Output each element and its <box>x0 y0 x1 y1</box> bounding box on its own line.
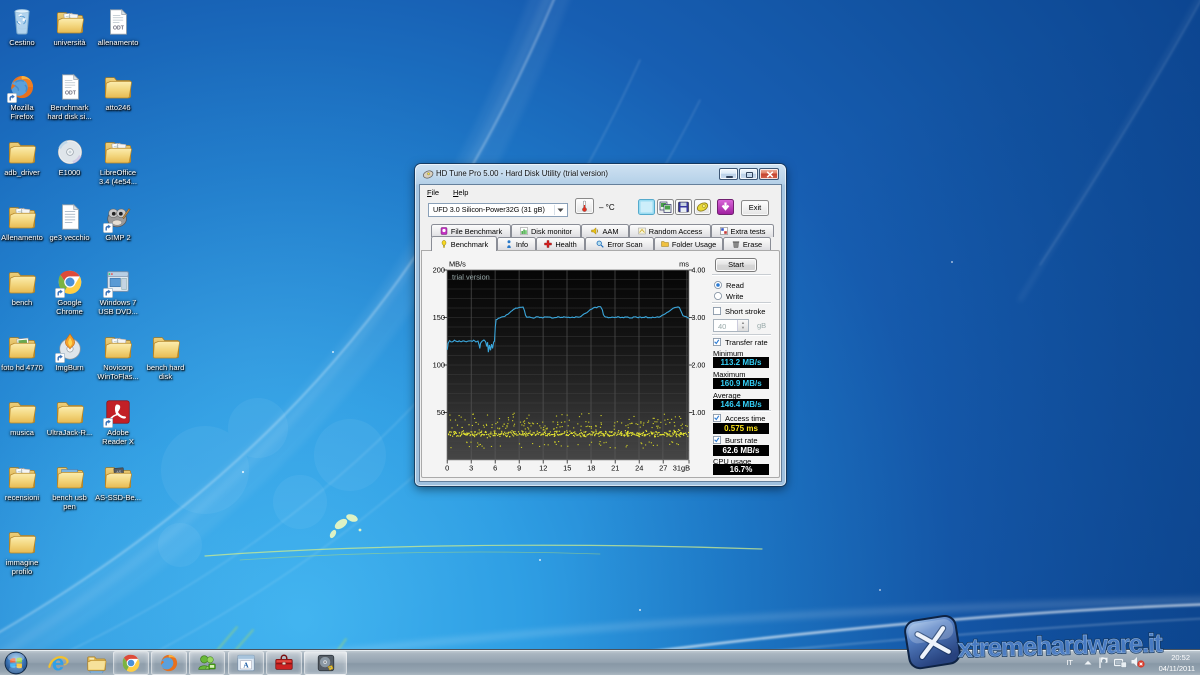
svg-text:2.00: 2.00 <box>692 362 706 370</box>
svg-text:trial version: trial version <box>452 273 490 282</box>
svg-text:e: e <box>51 652 63 675</box>
svg-text:1.00: 1.00 <box>692 409 706 417</box>
svg-text:200: 200 <box>433 266 445 275</box>
svg-text:3.00: 3.00 <box>692 314 706 322</box>
svg-text:15: 15 <box>563 464 571 473</box>
svg-text:150: 150 <box>433 313 445 322</box>
svg-text:MB/s: MB/s <box>449 260 466 269</box>
svg-text:31gB: 31gB <box>673 464 690 473</box>
svg-text:ms: ms <box>679 260 689 269</box>
svg-text:27: 27 <box>659 464 667 473</box>
svg-text:100: 100 <box>433 361 445 370</box>
svg-text:21: 21 <box>611 464 619 473</box>
svg-text:6: 6 <box>493 464 497 473</box>
svg-text:50: 50 <box>437 408 445 417</box>
svg-text:12: 12 <box>539 464 547 473</box>
svg-text:24: 24 <box>635 464 643 473</box>
svg-text:0: 0 <box>445 464 449 473</box>
svg-text:9: 9 <box>517 464 521 473</box>
svg-text:3: 3 <box>469 464 473 473</box>
svg-text:18: 18 <box>587 464 595 473</box>
svg-text:4.00: 4.00 <box>692 267 706 275</box>
svg-text:xtremehardware.it: xtremehardware.it <box>958 628 1164 663</box>
svg-text:A: A <box>243 661 249 670</box>
